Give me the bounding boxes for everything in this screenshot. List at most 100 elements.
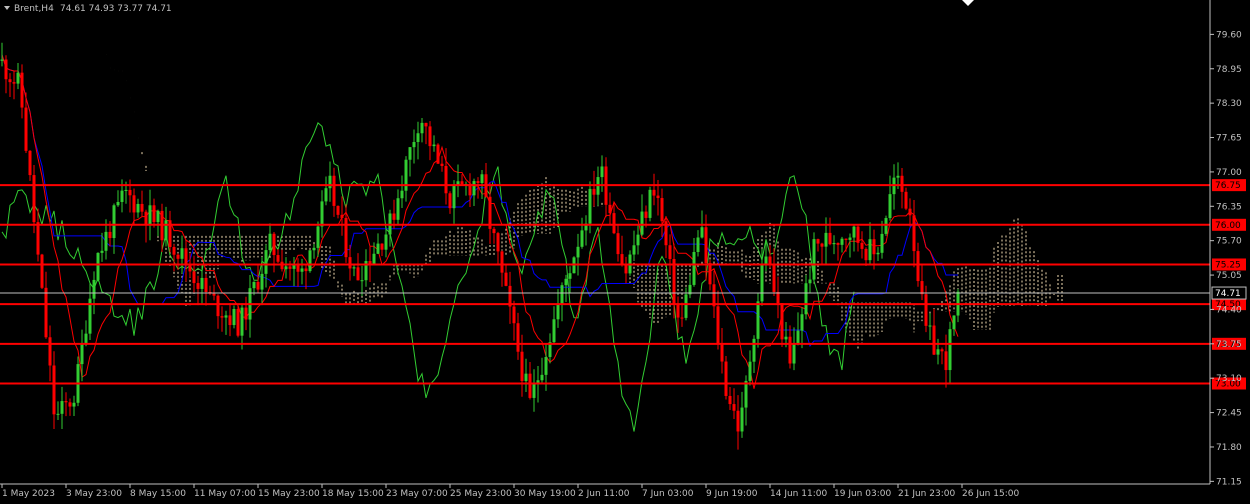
candle-body [952,315,956,330]
candle-body [872,239,876,255]
candle-body [720,344,724,362]
candle-body [20,72,24,108]
candle-body [352,267,356,269]
candle-body [164,220,168,241]
candle-body [712,284,716,307]
candle-body [520,351,524,382]
candle-body [920,281,924,295]
candle-body [660,198,664,222]
candle-body [860,242,864,249]
candle-body [564,278,568,286]
candle-body [852,226,856,238]
candle-body [868,239,872,261]
price-tick-label: 75.70 [1216,237,1242,247]
candle-body [92,279,96,299]
candle-body [668,245,672,259]
candle-body [612,213,616,234]
candle-body [332,175,336,206]
candle-body [188,264,192,272]
time-tick-label: 30 May 19:00 [514,489,576,499]
candle-body [696,237,700,252]
candle-body [768,256,772,264]
candle-body [200,277,204,289]
candle-body [940,349,944,352]
candle-body [740,407,744,432]
candle-body [140,203,144,212]
candle-body [68,402,72,407]
candle-body [512,306,516,324]
candle-body [136,203,140,213]
time-tick-label: 3 May 23:00 [66,489,122,499]
candle-body [184,248,188,265]
candle-body [392,213,396,220]
chart-header: Brent,H4 74.61 74.93 73.77 74.71 [4,4,172,14]
candle-body [440,163,444,166]
candle-body [528,373,532,398]
chart-canvas[interactable]: 76.7576.0075.2574.5073.7573.0074.71 79.6… [0,0,1250,500]
candle-body [236,309,240,336]
candle-body [320,201,324,227]
candle-body [460,181,464,185]
candle-body [644,211,648,218]
candle-body [560,285,564,304]
candle-body [928,325,932,327]
time-tick-label: 2 Jun 11:00 [578,489,630,499]
candle-body [888,194,892,219]
candle-body [916,251,920,282]
candle-body [452,185,456,209]
candle-body [900,175,904,192]
candle-body [120,190,124,202]
candle-body [532,384,536,398]
candle-body [476,181,480,184]
candle-body [224,315,228,318]
candle-body [324,188,328,202]
candle-body [624,264,628,274]
time-tick-label: 9 Jun 19:00 [706,489,758,499]
candle-body [192,271,196,284]
candle-body [744,380,748,408]
time-tick-label: 1 May 2023 [2,489,55,499]
candle-body [516,323,520,352]
candle-body [700,227,704,238]
price-tick-label: 72.45 [1216,409,1242,419]
candle-body [296,265,300,272]
candle-body [844,238,848,240]
candle-body [108,231,112,239]
candle-body [180,248,184,259]
price-chart[interactable]: 76.75 76.00 75.25 74.50 73.75 73.00 74.71 79.6… [0,0,1250,500]
candle-body [588,188,592,224]
candle-body [820,243,824,247]
candle-body [216,295,220,317]
candle-body [568,273,572,279]
candle-body [276,255,280,262]
candle-body [824,232,828,247]
candle-body [524,373,528,382]
candle-body [800,314,804,331]
price-tick-label: 73.75 [1216,340,1242,350]
time-tick-label: 7 Jun 03:00 [642,489,694,499]
candle-body [828,232,832,245]
candle-body [756,301,760,339]
candle-body [792,343,796,364]
candle-body [16,72,20,84]
ohlc-values: 74.61 74.93 73.77 74.71 [60,4,172,14]
price-tick-label: 77.00 [1216,168,1242,178]
candle-body [848,237,852,240]
price-tick-label: 78.30 [1216,99,1242,109]
candle-body [260,273,264,290]
candle-body [408,147,412,160]
candle-body [400,190,404,199]
candle-body [376,243,380,254]
candle-body [472,181,476,196]
candle-body [672,258,676,305]
candle-body [880,233,884,253]
candle-body [908,208,912,216]
candle-body [428,126,432,147]
time-tick-label: 25 May 23:00 [450,489,512,499]
candle-body [312,247,316,251]
candle-body [856,226,860,243]
candle-body [680,317,684,319]
candle-body [4,59,8,80]
candle-body [816,239,820,244]
candle-body [620,254,624,265]
